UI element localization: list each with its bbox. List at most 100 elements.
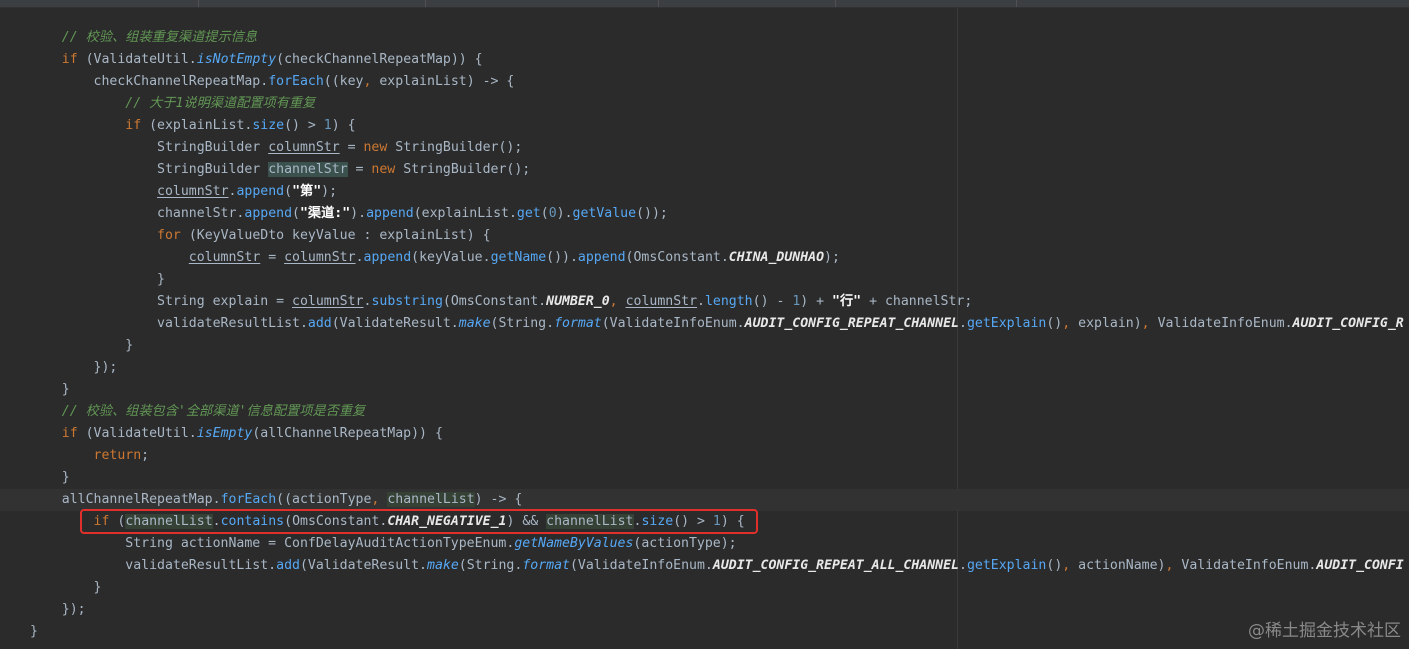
code-token: String actionName = ConfDelayAuditAction… [30,536,515,551]
code-token: getNameByValues [514,536,634,551]
code-token: size [252,118,285,133]
code-line[interactable]: } [0,577,1409,599]
code-token: () [1046,558,1063,573]
code-token: ((actionType [276,492,372,507]
code-token: explain) [1070,316,1142,331]
code-token: channelStr. [30,206,245,221]
code-token: (OmsConstant. [442,294,547,309]
code-token: make [427,558,459,573]
watermark: @稀土掘金技术社区 [1248,621,1401,641]
code-token: NUMBER_0 [546,294,610,309]
code-token: 1 [323,118,332,133]
code-token: () [1046,316,1063,331]
code-token: if [125,118,142,133]
code-line[interactable]: columnStr = columnStr.append(keyValue.ge… [0,247,1409,269]
code-token: (ValidateInfoEnum. [601,316,745,331]
code-line[interactable]: channelStr.append("渠道:").append(explainL… [0,203,1409,225]
code-token: ) + [800,294,833,309]
code-token: AUDIT_CONFIG_REPEAT_CHANNEL [744,316,959,331]
code-token: columnStr [188,250,261,265]
code-line[interactable]: if (ValidateUtil.isEmpty(allChannelRepea… [0,423,1409,445]
code-line[interactable]: checkChannelRepeatMap.forEach((key, expl… [0,71,1409,93]
code-token: forEach [220,492,277,507]
code-line[interactable]: } [0,467,1409,489]
editor-tab[interactable] [426,0,659,7]
code-line[interactable]: StringBuilder columnStr = new StringBuil… [0,137,1409,159]
code-line[interactable]: allChannelRepeatMap.forEach((actionType,… [0,489,1409,511]
code-line[interactable]: } [0,269,1409,291]
code-line[interactable]: StringBuilder channelStr = new StringBui… [0,159,1409,181]
code-line[interactable]: return; [0,445,1409,467]
code-token: 0 [548,206,557,221]
code-token: }); [30,602,86,617]
highlighted-code-annotation [80,509,758,534]
code-token: columnStr [625,294,698,309]
code-line[interactable]: if (explainList.size() > 1) { [0,115,1409,137]
code-token: isNotEmpty [196,52,277,67]
code-line[interactable]: String actionName = ConfDelayAuditAction… [0,533,1409,555]
code-line[interactable]: // 大于1说明渠道配置项有重复 [0,93,1409,115]
code-token: = [339,140,364,155]
code-token: (explainList. [413,206,517,221]
code-token: . [959,316,967,331]
code-line[interactable]: }); [0,357,1409,379]
code-token: allChannelRepeatMap. [30,492,221,507]
code-token: ()). [546,250,578,265]
code-token: ((key [323,74,364,89]
code-token: String explain = [30,294,293,309]
code-token: ) { [331,118,356,133]
code-token: } [30,382,70,397]
code-token: checkChannelRepeatMap. [30,74,269,89]
code-token: // 校验、组装重复渠道提示信息 [30,30,258,45]
code-token: append [244,206,293,221]
code-line[interactable]: validateResultList.add(ValidateResult.ma… [0,555,1409,577]
editor-tab[interactable] [836,0,1017,7]
code-token: } [30,338,134,353]
code-token: make [458,316,491,331]
code-line[interactable]: validateResultList.add(ValidateResult.ma… [0,313,1409,335]
code-token: } [30,272,165,287]
code-token: ; [141,448,150,463]
code-token: format [522,558,570,573]
code-line[interactable]: if (ValidateUtil.isNotEmpty(checkChannel… [0,49,1409,71]
code-token: return [93,448,142,463]
code-line[interactable]: } [0,379,1409,401]
code-token: (OmsConstant. [625,250,729,265]
code-token: (keyValue. [411,250,491,265]
code-token: ). [350,206,367,221]
code-token: ValidateInfoEnum. [1149,316,1293,331]
code-line[interactable]: }); [0,599,1409,621]
code-token: () > [284,118,324,133]
code-editor[interactable]: // 校验、组装重复渠道提示信息 if (ValidateUtil.isNotE… [0,0,1409,649]
code-area[interactable]: // 校验、组装重复渠道提示信息 if (ValidateUtil.isNotE… [0,27,1409,643]
code-token: append [363,250,412,265]
code-token: , [1062,316,1071,331]
code-line[interactable]: columnStr.append("第"); [0,181,1409,203]
code-token: explainList) -> { [371,74,515,89]
code-line[interactable]: // 校验、组装包含'全部渠道'信息配置项是否重复 [0,401,1409,423]
code-token: } [30,624,38,639]
editor-tab[interactable] [199,0,426,7]
code-token: (actionType); [633,536,737,551]
editor-tab-bar[interactable] [0,0,1409,8]
code-token: ( [284,184,293,199]
code-token: columnStr [268,140,340,155]
code-token: = [347,162,372,177]
code-token: (String. [490,316,555,331]
code-line[interactable]: // 校验、组装重复渠道提示信息 [0,27,1409,49]
code-token: add [307,316,332,331]
editor-tab[interactable] [0,0,199,7]
code-token: length [704,294,753,309]
code-token: if [61,426,78,441]
editor-tab[interactable] [659,0,836,7]
code-line[interactable]: String explain = columnStr. substring(Oms… [0,291,1409,313]
code-token: } [30,580,102,595]
code-token: CHINA_DUNHAO [728,250,825,265]
code-line[interactable]: } [0,335,1409,357]
code-line[interactable]: for (KeyValueDto keyValue : explainList)… [0,225,1409,247]
code-line[interactable]: } [0,621,1409,643]
code-token: , [1141,316,1150,331]
